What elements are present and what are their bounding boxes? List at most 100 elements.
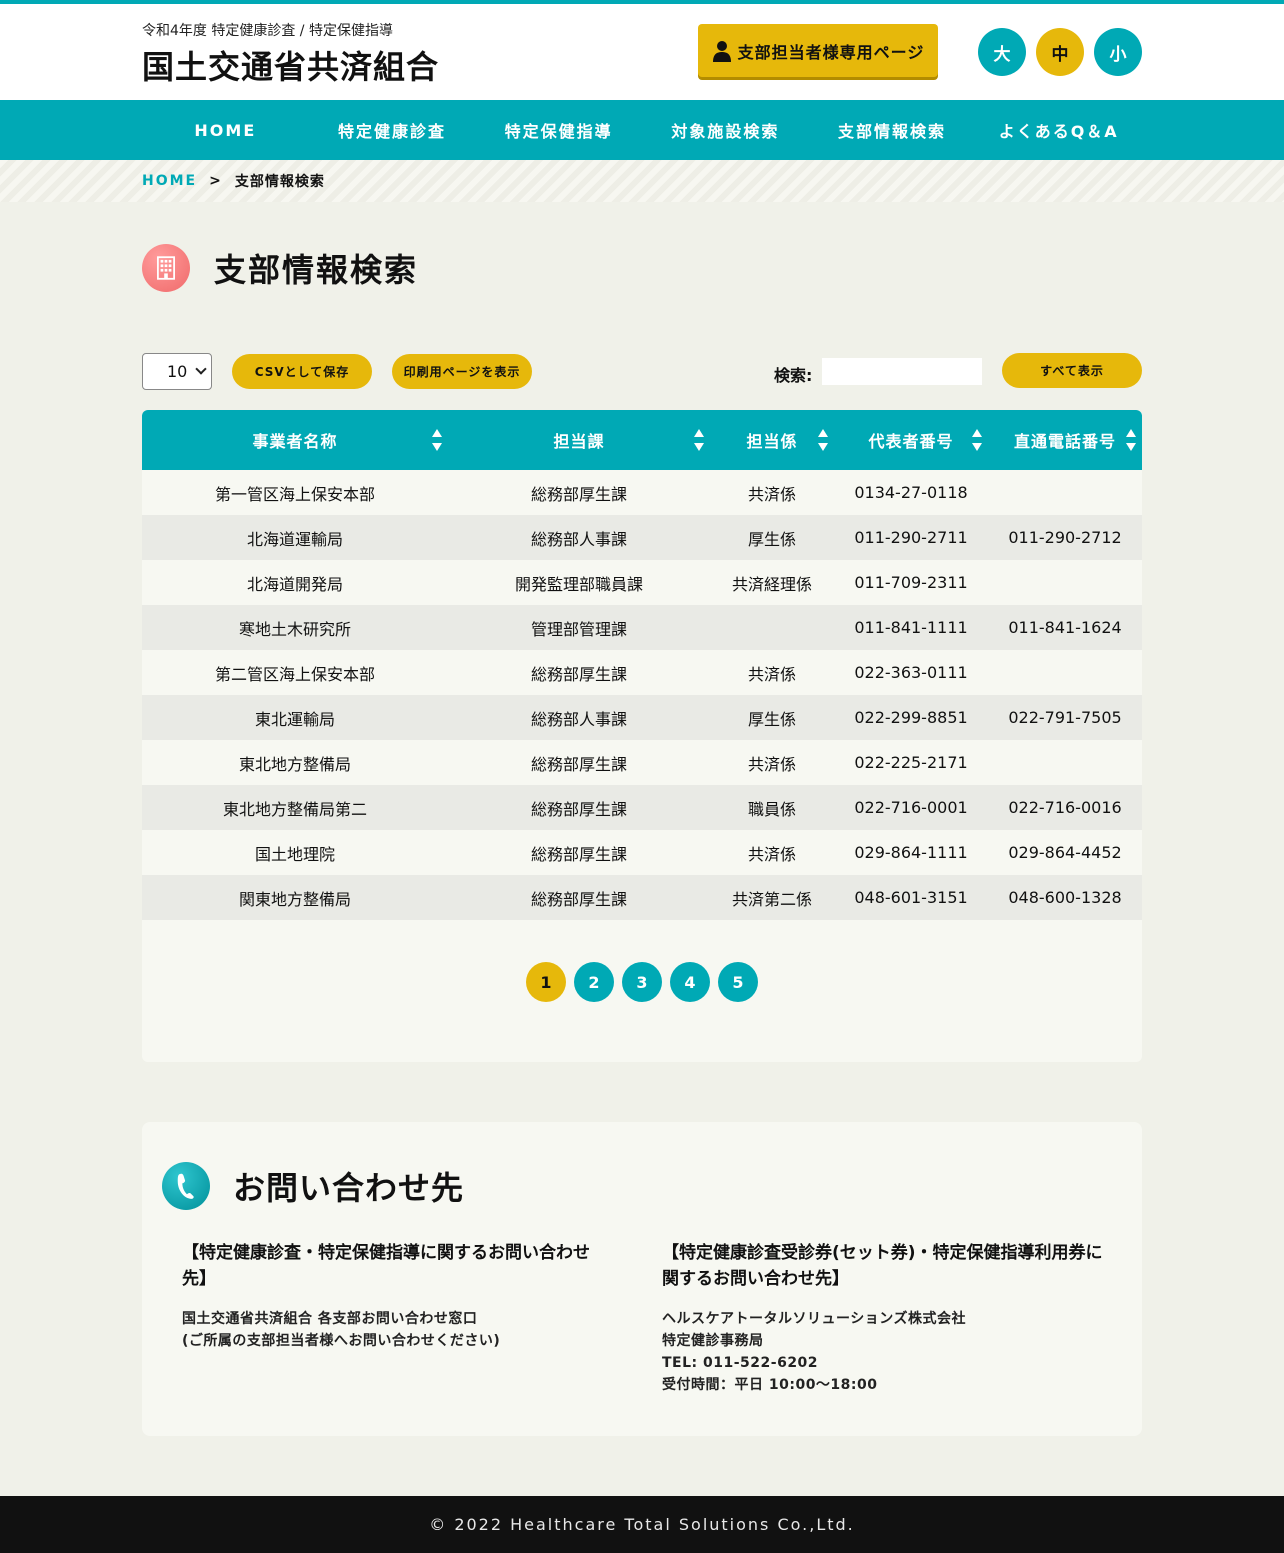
font-size-large-button[interactable]: 大	[978, 28, 1026, 76]
page-button-3[interactable]: 3	[622, 962, 662, 1002]
cell-section: 厚生係	[747, 529, 796, 549]
cell-company: 東北運輸局	[254, 709, 335, 729]
show-all-button[interactable]: すべて表示	[1002, 353, 1142, 388]
cell-section: 職員係	[747, 799, 796, 819]
page-button-2[interactable]: 2	[574, 962, 614, 1002]
contact-company: ヘルスケアトータルソリューションズ株式会社	[662, 1311, 966, 1327]
contact-hours: 受付時間：平日 10:00～18:00	[662, 1377, 878, 1393]
cell-direct-phone	[988, 650, 1142, 695]
contact-voucher-text: ヘルスケアトータルソリューションズ株式会社 特定健診事務局 TEL: 011-5…	[662, 1308, 1112, 1396]
cell-direct-phone	[988, 470, 1142, 515]
cell-section: 共済係	[747, 754, 796, 774]
table-row: 国土地理院 総務部厚生課 共済係 029-864-1111 029-864-4452	[142, 830, 1142, 875]
phone-icon	[162, 1162, 210, 1210]
nav-item-facility-search[interactable]: 対象施設検索	[642, 118, 809, 142]
contact-voucher-heading: 【特定健康診査受診券(セット券)・特定保健指導利用券に関するお問い合わせ先】	[662, 1243, 1103, 1289]
contact-phone[interactable]: TEL: 011-522-6202	[662, 1355, 818, 1371]
table-row: 関東地方整備局 総務部厚生課 共済第二係 048-601-3151 048-600-13…	[142, 875, 1142, 920]
print-view-button[interactable]: 印刷用ページを表示	[392, 354, 532, 389]
sort-icon	[1126, 429, 1136, 451]
page-length-select[interactable]: 10	[142, 353, 212, 390]
table-row: 東北地方整備局第二 総務部厚生課 職員係 022-716-0001 022-716-00…	[142, 785, 1142, 830]
cell-section	[710, 605, 834, 650]
cell-direct-phone: 022-791-7505	[1008, 708, 1122, 727]
cell-direct-phone: 011-841-1624	[1008, 618, 1122, 637]
cell-section: 共済経理係	[731, 574, 812, 594]
page-button-1[interactable]: 1	[526, 962, 566, 1002]
cell-main-phone: 048-601-3151	[854, 888, 968, 907]
search-input[interactable]	[822, 358, 982, 385]
nav-item-health-guidance[interactable]: 特定保健指導	[475, 118, 642, 142]
nav-item-home[interactable]: HOME	[142, 121, 309, 140]
building-icon	[142, 244, 190, 292]
page-heading: 支部情報検索	[142, 244, 418, 292]
table-row: 北海道運輸局 総務部人事課 厚生係 011-290-2711 011-290-2712	[142, 515, 1142, 560]
sort-icon	[694, 429, 704, 451]
sort-icon	[972, 429, 982, 451]
cell-main-phone: 029-864-1111	[854, 843, 968, 862]
breadcrumb-current: 支部情報検索	[234, 174, 325, 190]
cell-direct-phone	[988, 560, 1142, 605]
cell-department: 総務部人事課	[530, 529, 627, 549]
column-header-direct-phone[interactable]: 直通電話番号	[988, 410, 1142, 470]
contact-checkup-text: 国土交通省共済組合 各支部お問い合わせ窓口 (ご所属の支部担当者様へお問い合わせ…	[182, 1308, 602, 1352]
cell-company: 国土地理院	[254, 844, 335, 864]
branch-table-card: 事業者名称 担当課 担当係 代表者番号 直通電話番号 第一管区海上保安本部総務部…	[142, 410, 1142, 1062]
staff-page-label: 支部担当者様専用ページ	[737, 42, 925, 62]
page-button-5[interactable]: 5	[718, 962, 758, 1002]
sort-icon	[818, 429, 828, 451]
table-row: 東北地方整備局 総務部厚生課 共済係 022-225-2171	[142, 740, 1142, 785]
contact-voucher-block: 【特定健康診査受診券(セット券)・特定保健指導利用券に関するお問い合わせ先】 ヘ…	[662, 1240, 1112, 1396]
cell-company: 第一管区海上保安本部	[214, 484, 375, 504]
cell-department: 総務部厚生課	[530, 799, 627, 819]
contact-heading: お問い合わせ先	[162, 1162, 464, 1210]
cell-department: 総務部人事課	[530, 709, 627, 729]
cell-main-phone: 022-716-0001	[854, 798, 968, 817]
cell-department: 開発監理部職員課	[514, 574, 643, 594]
breadcrumb-home-link[interactable]: HOME	[142, 173, 197, 189]
page-length-value: 10	[167, 362, 188, 381]
nav-item-faq[interactable]: よくあるQ＆A	[975, 118, 1142, 142]
cell-main-phone: 011-290-2711	[854, 528, 968, 547]
contact-office: 特定健診事務局	[662, 1333, 764, 1349]
chevron-down-icon	[195, 363, 207, 375]
column-header-company[interactable]: 事業者名称	[142, 410, 448, 470]
cell-company: 東北地方整備局第二	[222, 799, 367, 819]
nav-item-branch-search[interactable]: 支部情報検索	[809, 118, 976, 142]
staff-page-button[interactable]: 支部担当者様専用ページ	[698, 24, 938, 77]
cell-department: 総務部厚生課	[530, 484, 627, 504]
site-footer: © 2022 Healthcare Total Solutions Co.,Lt…	[0, 1496, 1284, 1553]
cell-department: 管理部管理課	[530, 619, 627, 639]
nav-item-health-checkup[interactable]: 特定健康診査	[309, 118, 476, 142]
contact-checkup-heading: 【特定健康診査・特定保健指導に関するお問い合わせ先】	[182, 1243, 590, 1289]
contact-checkup-line: 国土交通省共済組合 各支部お問い合わせ窓口	[182, 1311, 478, 1327]
breadcrumb-separator: >	[209, 173, 223, 189]
cell-main-phone: 022-225-2171	[854, 753, 968, 772]
cell-main-phone: 011-841-1111	[854, 618, 968, 637]
column-header-section[interactable]: 担当係	[710, 410, 834, 470]
table-row: 寒地土木研究所 管理部管理課 011-841-1111 011-841-1624	[142, 605, 1142, 650]
table-row: 第二管区海上保安本部 総務部厚生課 共済係 022-363-0111	[142, 650, 1142, 695]
table-row: 東北運輸局 総務部人事課 厚生係 022-299-8851 022-791-7505	[142, 695, 1142, 740]
page-button-4[interactable]: 4	[670, 962, 710, 1002]
contact-checkup-line: (ご所属の支部担当者様へお問い合わせください)	[182, 1333, 501, 1349]
cell-section: 厚生係	[747, 709, 796, 729]
site-title[interactable]: 国土交通省共済組合	[142, 42, 439, 88]
site-subtitle: 令和4年度 特定健康診査 / 特定保健指導	[142, 23, 393, 39]
column-header-department[interactable]: 担当課	[448, 410, 710, 470]
font-size-small-button[interactable]: 小	[1094, 28, 1142, 76]
font-size-medium-button[interactable]: 中	[1036, 28, 1084, 76]
cell-section: 共済係	[747, 664, 796, 684]
cell-company: 北海道開発局	[246, 574, 343, 594]
column-header-main-phone[interactable]: 代表者番号	[834, 410, 988, 470]
csv-export-button[interactable]: CSVとして保存	[232, 354, 372, 389]
cell-company: 東北地方整備局	[238, 754, 351, 774]
person-icon	[712, 40, 731, 62]
search-label: 検索:	[774, 366, 813, 385]
cell-department: 総務部厚生課	[530, 844, 627, 864]
table-header-row: 事業者名称 担当課 担当係 代表者番号 直通電話番号	[142, 410, 1142, 470]
cell-direct-phone: 048-600-1328	[1008, 888, 1122, 907]
cell-company: 第二管区海上保安本部	[214, 664, 375, 684]
cell-main-phone: 022-363-0111	[854, 663, 968, 682]
cell-main-phone: 011-709-2311	[854, 573, 968, 592]
